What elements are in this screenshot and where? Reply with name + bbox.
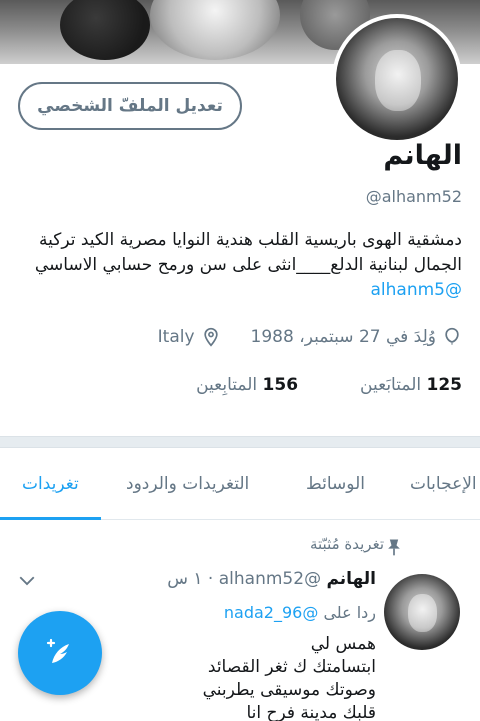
birthdate-text: وُلِدَ في 27 سبتمبر، 1988 [250, 327, 436, 347]
tab-tweets[interactable]: تغريدات [0, 448, 101, 520]
followers-label: المتابِعين [196, 375, 258, 395]
profile-bio: دمشقية الهوى باريسية القلب هندية النوايا… [12, 228, 462, 303]
section-divider [0, 436, 480, 448]
tweet-author-avatar[interactable] [384, 574, 460, 650]
tweet-author-name[interactable]: الهانم [326, 569, 376, 589]
tweet-author-handle: @alhanm52 [218, 569, 322, 589]
reply-mention-link[interactable]: @nada2_96 [224, 603, 318, 622]
pinned-tweet-label: تغريدة مُثبّتة [309, 535, 384, 553]
tweet-header: الهانم @alhanm52 · ١ س [167, 569, 376, 589]
reply-prefix: ردا على [323, 603, 376, 622]
tab-tweets-replies[interactable]: التغريدات والردود [126, 448, 249, 520]
pin-icon [388, 539, 400, 556]
banner-shape [150, 0, 280, 60]
avatar-photo [336, 18, 458, 140]
followers-stat[interactable]: 156 المتابِعين [196, 375, 298, 395]
profile-avatar[interactable] [332, 14, 462, 144]
profile-meta: وُلِدَ في 27 سبتمبر، 1988 Italy [158, 327, 462, 347]
balloon-icon [445, 327, 459, 345]
edit-profile-button[interactable]: تعديل الملفّ الشخصي [18, 82, 242, 130]
avatar-photo [384, 574, 460, 650]
reply-to-line: ردا على @nada2_96 [224, 603, 376, 622]
banner-shape [60, 0, 150, 60]
bio-text: دمشقية الهوى باريسية القلب هندية النوايا… [34, 230, 462, 275]
tweet-text: همس لي ابتسامتك ك ثغر القصائد وصوتك موسي… [202, 634, 376, 721]
follow-stats: 125 المتابَعين 156 المتابِعين [196, 375, 462, 395]
profile-tabs: تغريدات التغريدات والردود الوسائط الإعجا… [0, 448, 480, 520]
profile-handle: @alhanm52 [365, 187, 462, 206]
location-text: Italy [157, 327, 195, 347]
bio-mention-link[interactable]: @alhanm5 [371, 280, 462, 300]
following-label: المتابَعين [360, 375, 422, 395]
tab-likes[interactable]: الإعجابات [410, 448, 477, 520]
tweet-time: · ١ س [167, 569, 214, 589]
compose-feather-icon [46, 638, 69, 663]
profile-name: الهانم [383, 140, 462, 171]
tab-media[interactable]: الوسائط [306, 448, 365, 520]
compose-tweet-button[interactable] [18, 611, 102, 695]
following-stat[interactable]: 125 المتابَعين [360, 375, 462, 395]
following-count: 125 [426, 375, 463, 395]
followers-count: 156 [262, 375, 299, 395]
chevron-down-icon[interactable] [18, 574, 36, 588]
location-pin-icon [203, 327, 218, 347]
